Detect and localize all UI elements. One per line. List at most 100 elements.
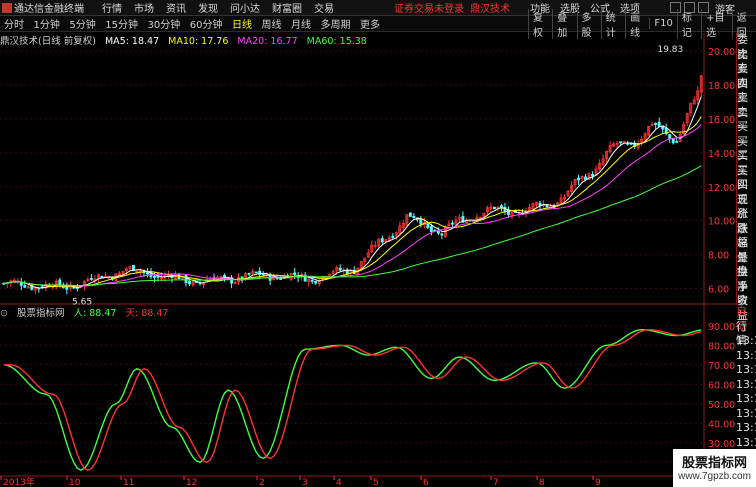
indicator-value-tian: 天: 88.47 bbox=[125, 308, 169, 319]
candle-body bbox=[391, 235, 395, 239]
tick-time-6: 13:11 bbox=[736, 392, 756, 405]
ma10-label: MA10: 17.76 bbox=[168, 36, 229, 47]
candle-body bbox=[279, 278, 283, 280]
price-tick-label: 8.00 bbox=[708, 251, 729, 262]
price-tick-label: 12.00 bbox=[708, 183, 735, 194]
candle-body bbox=[310, 279, 314, 282]
tick-time-7: 13:11 bbox=[736, 406, 756, 420]
ma5-label: MA5: 18.47 bbox=[104, 36, 160, 47]
time-tick-label: 2013年 bbox=[3, 476, 35, 487]
site-watermark: 股票指标网 www.7gpzb.com bbox=[673, 449, 756, 487]
side-label-14[interactable]: 总量 bbox=[737, 236, 756, 264]
watermark-title: 股票指标网 bbox=[681, 455, 747, 470]
price-tick-label: 6.00 bbox=[708, 285, 729, 296]
time-tick-label: 9 bbox=[595, 478, 601, 487]
time-tick-label: 5 bbox=[373, 478, 379, 487]
candle-body bbox=[429, 226, 433, 233]
candle-body bbox=[146, 272, 149, 275]
stock-chart-title: 鼎汉技术(日线 前复权) bbox=[0, 36, 96, 47]
indicator-name[interactable]: 股票指标网 bbox=[17, 308, 65, 319]
indicator-line-ren bbox=[3, 328, 702, 471]
tick-time-1: 行情 bbox=[736, 319, 747, 348]
side-label-4[interactable]: 卖二 bbox=[737, 91, 756, 119]
side-label-17[interactable]: 净资 bbox=[737, 280, 756, 308]
candle-body bbox=[408, 212, 412, 217]
indicator-header: ⊙ 股票指标网 人: 88.47 天: 88.47 bbox=[0, 305, 705, 319]
tick-time-9: 13:11 bbox=[736, 435, 756, 449]
candle-body bbox=[247, 272, 251, 275]
candle-body bbox=[654, 123, 658, 125]
indicator-tick-label: 60.00 bbox=[708, 380, 735, 391]
candle-body bbox=[293, 272, 297, 276]
candle-body bbox=[440, 233, 444, 236]
side-label-11[interactable]: 现价 bbox=[737, 193, 756, 221]
side-label-5[interactable]: 卖一 bbox=[737, 106, 756, 134]
side-label-16[interactable]: 换手 bbox=[737, 265, 756, 293]
candle-body bbox=[619, 141, 623, 144]
time-tick-label: 2 bbox=[259, 478, 265, 487]
candle-body bbox=[338, 267, 342, 271]
side-label-1[interactable]: 卖五 bbox=[737, 48, 756, 76]
time-tick-label: 8 bbox=[539, 478, 545, 487]
side-label-10[interactable]: 买五 bbox=[737, 178, 756, 206]
candle-body bbox=[314, 280, 318, 284]
ma20-line bbox=[3, 124, 702, 287]
candle-body bbox=[380, 238, 384, 243]
side-label-9[interactable]: 买四 bbox=[737, 164, 756, 192]
candle-body bbox=[426, 223, 430, 228]
indicator-value-ren: 人: 88.47 bbox=[73, 308, 117, 319]
kline-chart-canvas[interactable]: 20.00 18.00 16.00 14.00 12.00 10.00 8.00 6.00 90… bbox=[0, 0, 756, 487]
time-tick-label: 11 bbox=[123, 478, 134, 487]
candle-body bbox=[450, 222, 454, 225]
tick-time-8: 13:11 bbox=[736, 421, 756, 434]
time-tick-label: 12 bbox=[186, 478, 197, 487]
candle-body bbox=[675, 141, 679, 143]
time-tick-label: 7 bbox=[493, 478, 499, 487]
indicator-tick-label: 50.00 bbox=[708, 400, 735, 411]
side-label-6[interactable]: 买一 bbox=[737, 120, 756, 148]
ma60-line bbox=[3, 165, 702, 286]
tick-time-3: 13:11 bbox=[736, 348, 756, 362]
indicator-tick-label: 90.00 bbox=[708, 322, 735, 333]
side-label-2[interactable]: 卖四 bbox=[737, 62, 756, 90]
price-tick-label: 20.00 bbox=[708, 47, 735, 58]
side-label-7[interactable]: 买二 bbox=[737, 135, 756, 163]
side-label-0[interactable]: 委比 bbox=[737, 33, 756, 61]
price-tick-label: 16.00 bbox=[708, 115, 735, 126]
indicator-tick-label: 80.00 bbox=[708, 341, 735, 352]
candle-body bbox=[254, 271, 258, 274]
candle-body bbox=[65, 286, 69, 290]
ma10-line bbox=[3, 116, 702, 288]
indicator-tick-label: 70.00 bbox=[708, 361, 735, 372]
candle-body bbox=[419, 219, 423, 225]
tick-time-2: 13:11 bbox=[736, 334, 756, 347]
candle-body bbox=[188, 280, 191, 285]
price-tick-label: 14.00 bbox=[708, 149, 735, 160]
candle-body bbox=[23, 285, 27, 288]
time-tick-label: 6 bbox=[423, 478, 429, 487]
side-label-12[interactable]: 涨跌 bbox=[737, 207, 756, 235]
time-tick-label: 10 bbox=[69, 478, 81, 487]
candle-body bbox=[591, 174, 595, 177]
side-label-15[interactable]: 外盘 bbox=[737, 251, 756, 279]
candle-body bbox=[412, 215, 416, 219]
candle-body bbox=[545, 205, 549, 208]
indicator-settings-icon[interactable]: ⊙ bbox=[0, 308, 8, 319]
candle-body bbox=[19, 282, 23, 286]
tick-time-5: 13:11 bbox=[736, 377, 756, 391]
candle-body bbox=[436, 231, 440, 234]
quote-side-panel: 委比 卖五 卖四 卖三 卖二 卖一 买一 买二 买三 买四 买五 现价 涨跌 涨幅 总量 外盘 换手 净资 收益 bbox=[736, 33, 756, 322]
side-label-13[interactable]: 涨幅 bbox=[737, 222, 756, 250]
candle-body bbox=[89, 278, 93, 280]
candle-body bbox=[657, 121, 661, 127]
tick-time-0: 自动 bbox=[736, 305, 747, 333]
indicator-tick-label: 40.00 bbox=[708, 419, 735, 430]
candle-body bbox=[184, 275, 188, 284]
candle-body bbox=[577, 177, 581, 181]
candle-body bbox=[671, 138, 675, 144]
side-label-3[interactable]: 卖三 bbox=[737, 77, 756, 105]
candle-body bbox=[493, 206, 496, 210]
side-label-8[interactable]: 买三 bbox=[737, 149, 756, 177]
watermark-url: www.7gpzb.com bbox=[678, 471, 751, 482]
ma60-label: MA60: 15.38 bbox=[306, 36, 367, 47]
